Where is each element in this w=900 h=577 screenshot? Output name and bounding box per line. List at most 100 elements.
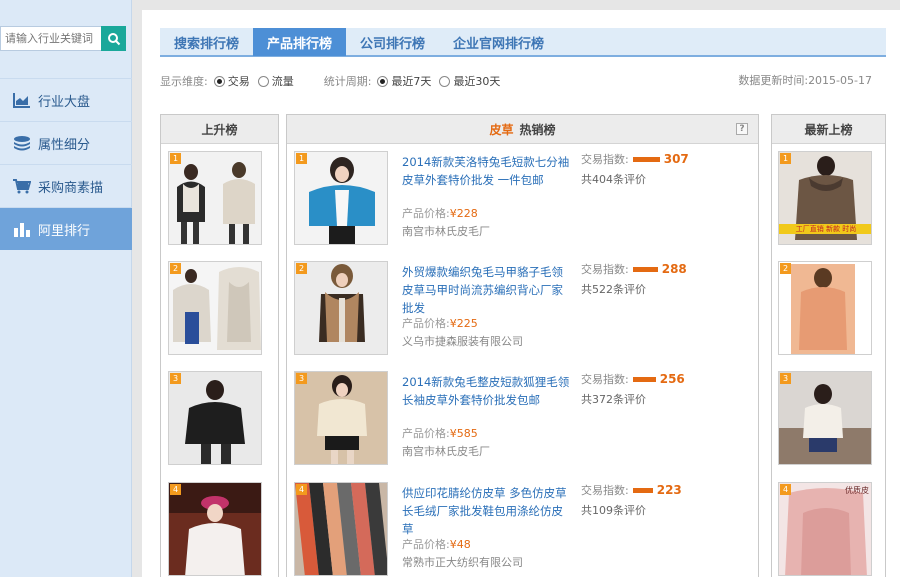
trade-index-1: 交易指数: 307 (581, 151, 689, 167)
rank-badge: 1 (780, 153, 791, 164)
price-value: ¥585 (449, 427, 478, 440)
radio-dot-selected (377, 75, 389, 87)
radio-label: 交易 (227, 75, 250, 88)
price-label: 产品价格: (402, 207, 450, 220)
rank-badge: 1 (170, 153, 181, 164)
radio-7-days[interactable]: 最近7天 (377, 73, 431, 89)
hot-sales-label: 热销榜 (519, 122, 556, 137)
trade-index-bar (632, 156, 660, 162)
product-title-1[interactable]: 2014新款芙洛特兔毛短款七分袖皮草外套特价批发 一件包邮 (402, 153, 574, 189)
product-image (779, 483, 871, 575)
product-image (169, 262, 261, 354)
tab-company-ranking[interactable]: 公司排行榜 (346, 28, 439, 56)
sidebar-item-label: 采购商素描 (38, 180, 104, 196)
tab-product-ranking[interactable]: 产品排行榜 (253, 28, 347, 56)
review-count-3[interactable]: 共372条评价 (581, 391, 646, 407)
product-image (295, 262, 387, 354)
trade-index-4: 交易指数: 223 (581, 482, 682, 498)
radio-dot-selected (213, 75, 225, 87)
product-company-1[interactable]: 南宫市林氏皮毛厂 (402, 223, 490, 239)
product-price-2: 产品价格:¥225 (402, 315, 478, 331)
trade-index-bar (632, 266, 658, 272)
hot-sales-panel: 皮草 热销榜 ? 1 2014新款芙洛特兔毛短款七分袖皮草外套特价批发 一件包邮… (286, 114, 759, 577)
search-button[interactable] (101, 26, 126, 51)
trade-index-value: 307 (663, 152, 689, 166)
trade-index-value: 256 (659, 372, 685, 386)
trade-label: 交易指数: (581, 153, 629, 166)
product-title-2[interactable]: 外贸爆款编织兔毛马甲貉子毛领皮草马甲时尚流苏编织背心厂家批发 (402, 263, 574, 317)
newest-thumb-3[interactable]: 3 (778, 371, 872, 465)
product-thumb-4[interactable]: 4 (294, 482, 388, 576)
help-icon[interactable]: ? (736, 123, 748, 135)
sidebar-item-attribute-breakdown[interactable]: 属性细分 (0, 121, 132, 164)
update-label: 数据更新时间: (738, 74, 809, 87)
sidebar-item-label: 阿里排行 (38, 223, 91, 239)
review-count-4[interactable]: 共109条评价 (581, 502, 646, 518)
rising-panel-title: 上升榜 (161, 115, 278, 144)
radio-trade[interactable]: 交易 (213, 73, 250, 89)
rising-thumb-1[interactable]: 1 (168, 151, 262, 245)
trade-index-3: 交易指数: 256 (581, 371, 685, 387)
product-company-4[interactable]: 常熟市正大纺织有限公司 (402, 554, 523, 570)
update-time: 数据更新时间:2015-05-17 (738, 72, 872, 88)
rank-badge: 3 (780, 373, 791, 384)
rank-badge: 2 (780, 263, 791, 274)
dimension-label: 显示维度: (160, 75, 208, 88)
tab-search-ranking[interactable]: 搜索排行榜 (160, 28, 253, 56)
product-company-3[interactable]: 南宫市林氏皮毛厂 (402, 443, 490, 459)
rank-badge: 2 (296, 263, 307, 274)
newest-thumb-1[interactable]: 1 工厂直销 新款 时尚 (778, 151, 872, 245)
radio-30-days[interactable]: 最近30天 (439, 73, 500, 89)
radio-label: 流量 (271, 75, 294, 88)
layers-icon (12, 133, 32, 153)
category-name: 皮草 (489, 122, 514, 137)
radio-label: 最近30天 (453, 75, 501, 88)
sidebar-item-ali-ranking[interactable]: 阿里排行 (0, 207, 132, 250)
product-image-caption: 优质皮 (845, 486, 869, 495)
price-value: ¥225 (449, 317, 478, 330)
rank-badge: 4 (296, 484, 307, 495)
review-count-2[interactable]: 共522条评价 (581, 281, 646, 297)
rising-thumb-4[interactable]: 4 (168, 482, 262, 576)
radio-dot (439, 75, 451, 87)
price-label: 产品价格: (402, 317, 450, 330)
sidebar-nav: 行业大盘 属性细分 采购商素描 阿里排行 (0, 78, 132, 250)
rank-badge: 1 (296, 153, 307, 164)
review-count-1[interactable]: 共404条评价 (581, 171, 646, 187)
rising-thumb-2[interactable]: 2 (168, 261, 262, 355)
chart-icon (12, 90, 32, 110)
product-image-caption: 工厂直销 新款 时尚 (795, 225, 857, 233)
price-label: 产品价格: (402, 427, 450, 440)
rising-thumb-3[interactable]: 3 (168, 371, 262, 465)
product-image (295, 372, 387, 464)
radio-traffic[interactable]: 流量 (257, 73, 294, 89)
cart-icon (12, 176, 32, 196)
product-thumb-2[interactable]: 2 (294, 261, 388, 355)
product-price-4: 产品价格:¥48 (402, 536, 471, 552)
product-thumb-1[interactable]: 1 (294, 151, 388, 245)
update-value: 2015-05-17 (808, 74, 872, 87)
radio-label: 最近7天 (391, 75, 432, 88)
product-title-4[interactable]: 供应印花腈纶仿皮草 多色仿皮草长毛绒厂家批发鞋包用涤纶仿皮草 (402, 484, 574, 538)
filter-bar: 显示维度: 交易 流量 统计周期: 最近7天 最近30天 数据更新时间:2015… (160, 72, 886, 90)
product-company-2[interactable]: 义乌市捷森服装有限公司 (402, 333, 523, 349)
period-label: 统计周期: (323, 75, 372, 88)
search-input[interactable] (0, 26, 101, 51)
product-title-3[interactable]: 2014新款兔毛整皮短款狐狸毛领长袖皮草外套特价批发包邮 (402, 373, 574, 409)
product-image (779, 372, 871, 464)
rank-badge: 4 (170, 484, 181, 495)
rank-badge: 4 (780, 484, 791, 495)
rank-badge: 3 (170, 373, 181, 384)
sidebar-item-buyer-profile[interactable]: 采购商素描 (0, 164, 132, 207)
tab-website-ranking[interactable]: 企业官网排行榜 (439, 28, 558, 56)
sidebar-item-industry-overview[interactable]: 行业大盘 (0, 78, 132, 121)
price-value: ¥48 (449, 538, 471, 551)
newest-thumb-4[interactable]: 4 优质皮 (778, 482, 872, 576)
rising-panel: 上升榜 1 2 3 4 (160, 114, 279, 577)
product-thumb-3[interactable]: 3 (294, 371, 388, 465)
search-bar (0, 26, 126, 51)
search-icon (107, 32, 120, 45)
product-image (169, 483, 261, 575)
rank-badge: 2 (170, 263, 181, 274)
newest-thumb-2[interactable]: 2 (778, 261, 872, 355)
